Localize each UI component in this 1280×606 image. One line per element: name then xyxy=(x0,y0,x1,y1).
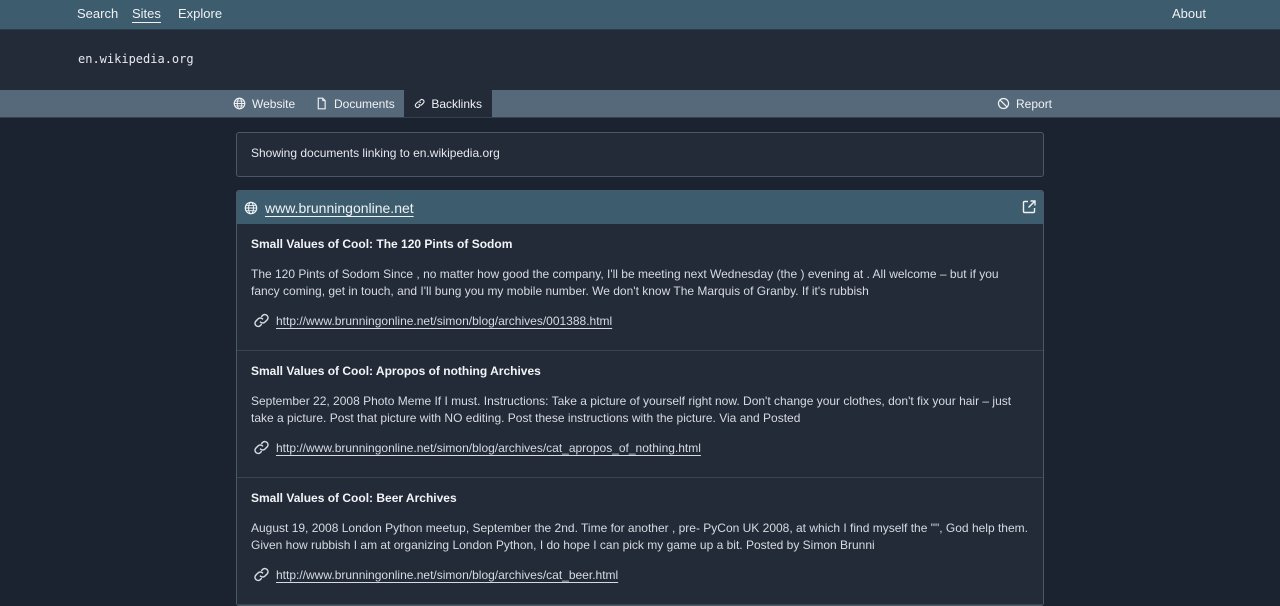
document-icon xyxy=(317,97,326,110)
external-link-icon[interactable] xyxy=(1021,199,1037,215)
result-card-header: www.brunningonline.net xyxy=(237,191,1043,224)
result-site-link[interactable]: www.brunningonline.net xyxy=(265,200,414,216)
entry-description: The 120 Pints of Sodom Since , no matter… xyxy=(251,267,999,298)
entry-title: Small Values of Cool: The 120 Pints of S… xyxy=(251,237,513,251)
site-domain: en.wikipedia.org xyxy=(78,52,194,66)
entry-description: September 22, 2008 Photo Meme If I must.… xyxy=(251,394,1012,425)
result-entry: Small Values of Cool: Beer Archives Augu… xyxy=(237,478,1043,605)
nav-about-link[interactable]: About xyxy=(1172,6,1206,22)
tab-backlinks[interactable]: Backlinks xyxy=(404,90,492,117)
entry-title: Small Values of Cool: Beer Archives xyxy=(251,491,457,505)
entry-url-link[interactable]: http://www.brunningonline.net/simon/blog… xyxy=(276,314,612,328)
result-card: www.brunningonline.net Small Values of C… xyxy=(236,190,1044,606)
link-icon xyxy=(254,567,269,582)
site-header: en.wikipedia.org xyxy=(0,30,1280,90)
backlinks-notice: Showing documents linking to en.wikipedi… xyxy=(236,132,1044,177)
link-icon xyxy=(414,99,425,108)
result-entry: Small Values of Cool: The 120 Pints of S… xyxy=(237,224,1043,351)
entry-link-row: http://www.brunningonline.net/simon/blog… xyxy=(251,312,1029,329)
entry-title: Small Values of Cool: Apropos of nothing… xyxy=(251,364,541,378)
main-content: Showing documents linking to en.wikipedi… xyxy=(236,132,1044,606)
tab-website[interactable]: Website xyxy=(223,90,305,117)
nav-search-link[interactable]: Search xyxy=(77,6,118,22)
report-button[interactable]: Report xyxy=(987,90,1062,117)
tab-backlinks-label: Backlinks xyxy=(431,96,482,111)
result-entry: Small Values of Cool: Apropos of nothing… xyxy=(237,351,1043,478)
ban-icon xyxy=(997,97,1010,110)
globe-icon xyxy=(244,201,258,214)
entry-url-link[interactable]: http://www.brunningonline.net/simon/blog… xyxy=(276,441,701,455)
link-icon xyxy=(254,313,269,328)
entry-url-link[interactable]: http://www.brunningonline.net/simon/blog… xyxy=(276,568,618,582)
report-label: Report xyxy=(1016,96,1053,111)
link-icon xyxy=(254,440,269,455)
entry-description: August 19, 2008 London Python meetup, Se… xyxy=(251,521,1028,552)
entry-link-row: http://www.brunningonline.net/simon/blog… xyxy=(251,439,1029,456)
tab-documents-label: Documents xyxy=(334,96,395,111)
globe-icon xyxy=(233,97,246,110)
entry-link-row: http://www.brunningonline.net/simon/blog… xyxy=(251,566,1029,583)
nav-explore-link[interactable]: Explore xyxy=(178,6,222,22)
tab-documents[interactable]: Documents xyxy=(305,90,405,117)
tab-website-label: Website xyxy=(252,96,296,111)
top-navigation: Search Sites Explore About xyxy=(0,0,1280,30)
nav-sites-link[interactable]: Sites xyxy=(132,6,161,23)
site-tabs: Website Documents Backlinks Report xyxy=(0,90,1280,118)
